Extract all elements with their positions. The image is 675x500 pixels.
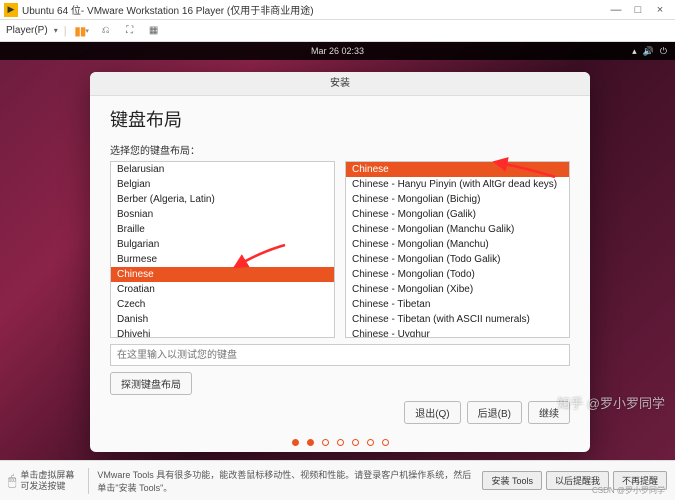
list-item[interactable]: Chinese - Mongolian (Galik) (346, 207, 569, 222)
guest-screen[interactable]: Mar 26 02:33 ▴ 🔊 ⏻ 安装 键盘布局 选择您的键盘布局： Bel… (0, 42, 675, 460)
progress-dot (307, 439, 314, 446)
list-item[interactable]: Chinese - Tibetan (346, 297, 569, 312)
sound-icon[interactable]: 🔊 (643, 46, 654, 57)
list-item[interactable]: Burmese (111, 252, 334, 267)
progress-dot (352, 439, 359, 446)
list-item[interactable]: Chinese - Mongolian (Manchu) (346, 237, 569, 252)
maximize-button[interactable]: □ (627, 4, 649, 16)
pause-button[interactable]: ▮▮▾ (73, 23, 91, 39)
window-title: Ubuntu 64 位- VMware Workstation 16 Playe… (22, 2, 605, 17)
network-icon[interactable]: ▴ (632, 46, 637, 57)
list-item[interactable]: Chinese - Mongolian (Xibe) (346, 282, 569, 297)
vmware-icon: ▶ (4, 3, 18, 17)
layout-variant-list[interactable]: ChineseChinese - Hanyu Pinyin (with AltG… (345, 161, 570, 338)
install-tools-button[interactable]: 安装 Tools (482, 471, 542, 490)
ubuntu-top-bar: Mar 26 02:33 ▴ 🔊 ⏻ (0, 42, 675, 60)
layout-language-list[interactable]: BelarusianBelgianBerber (Algeria, Latin)… (110, 161, 335, 338)
list-item[interactable]: Belgian (111, 177, 334, 192)
installer-dialog: 安装 键盘布局 选择您的键盘布局： BelarusianBelgianBerbe… (90, 72, 590, 452)
keyboard-test-input[interactable] (110, 344, 570, 366)
list-item[interactable]: Bosnian (111, 207, 334, 222)
list-item[interactable]: Berber (Algeria, Latin) (111, 192, 334, 207)
pause-icon: ▮▮ (74, 24, 85, 38)
progress-dots (90, 432, 590, 452)
watermark-zhihu: 知乎 @罗小罗同学 (557, 393, 665, 412)
progress-dot (322, 439, 329, 446)
progress-dot (337, 439, 344, 446)
unity-button[interactable]: ▦ (145, 23, 163, 39)
list-item[interactable]: Chinese - Mongolian (Todo Galik) (346, 252, 569, 267)
click-hint: 单击虚拟屏幕 可发送按键 (20, 470, 80, 492)
vmware-tools-message: VMware Tools 具有很多功能，能改善鼠标移动性、视频和性能。请登录客户… (97, 468, 478, 494)
mouse-hint-icon: 🖱 (8, 472, 16, 489)
list-item[interactable]: Chinese - Mongolian (Bichig) (346, 192, 569, 207)
list-item[interactable]: Belarusian (111, 162, 334, 177)
vmware-hint-bar: 🖱 单击虚拟屏幕 可发送按键 VMware Tools 具有很多功能，能改善鼠标… (0, 460, 675, 500)
dialog-title: 安装 (90, 72, 590, 96)
page-heading: 键盘布局 (110, 106, 570, 132)
send-ctrl-alt-del-button[interactable]: ⎌ (97, 23, 115, 39)
minimize-button[interactable]: — (605, 4, 627, 16)
separator (88, 468, 89, 494)
list-item[interactable]: Chinese - Tibetan (with ASCII numerals) (346, 312, 569, 327)
vmware-toolbar: Player(P) ▾ | ▮▮▾ ⎌ ⛶ ▦ (0, 20, 675, 42)
list-item[interactable]: Croatian (111, 282, 334, 297)
list-item[interactable]: Dhivehi (111, 327, 334, 338)
choose-layout-label: 选择您的键盘布局： (110, 142, 570, 157)
watermark-csdn: CSDN @罗小罗同学 (592, 485, 665, 496)
clock: Mar 26 02:33 (311, 46, 364, 56)
list-item[interactable]: Czech (111, 297, 334, 312)
progress-dot (367, 439, 374, 446)
vmware-titlebar: ▶ Ubuntu 64 位- VMware Workstation 16 Pla… (0, 0, 675, 20)
list-item[interactable]: Bulgarian (111, 237, 334, 252)
detect-layout-button[interactable]: 探测键盘布局 (110, 372, 192, 395)
progress-dot (382, 439, 389, 446)
quit-button[interactable]: 退出(Q) (404, 401, 460, 424)
list-item[interactable]: Chinese - Mongolian (Manchu Galik) (346, 222, 569, 237)
list-item[interactable]: Chinese - Uyghur (346, 327, 569, 338)
list-item[interactable]: Chinese (346, 162, 569, 177)
fullscreen-button[interactable]: ⛶ (121, 23, 139, 39)
player-menu[interactable]: Player(P) (6, 25, 48, 36)
list-item[interactable]: Braille (111, 222, 334, 237)
list-item[interactable]: Chinese - Hanyu Pinyin (with AltGr dead … (346, 177, 569, 192)
back-button[interactable]: 后退(B) (467, 401, 522, 424)
power-icon[interactable]: ⏻ (660, 46, 667, 57)
close-button[interactable]: × (649, 4, 671, 16)
list-item[interactable]: Danish (111, 312, 334, 327)
progress-dot (292, 439, 299, 446)
list-item[interactable]: Chinese - Mongolian (Todo) (346, 267, 569, 282)
list-item[interactable]: Chinese (111, 267, 334, 282)
